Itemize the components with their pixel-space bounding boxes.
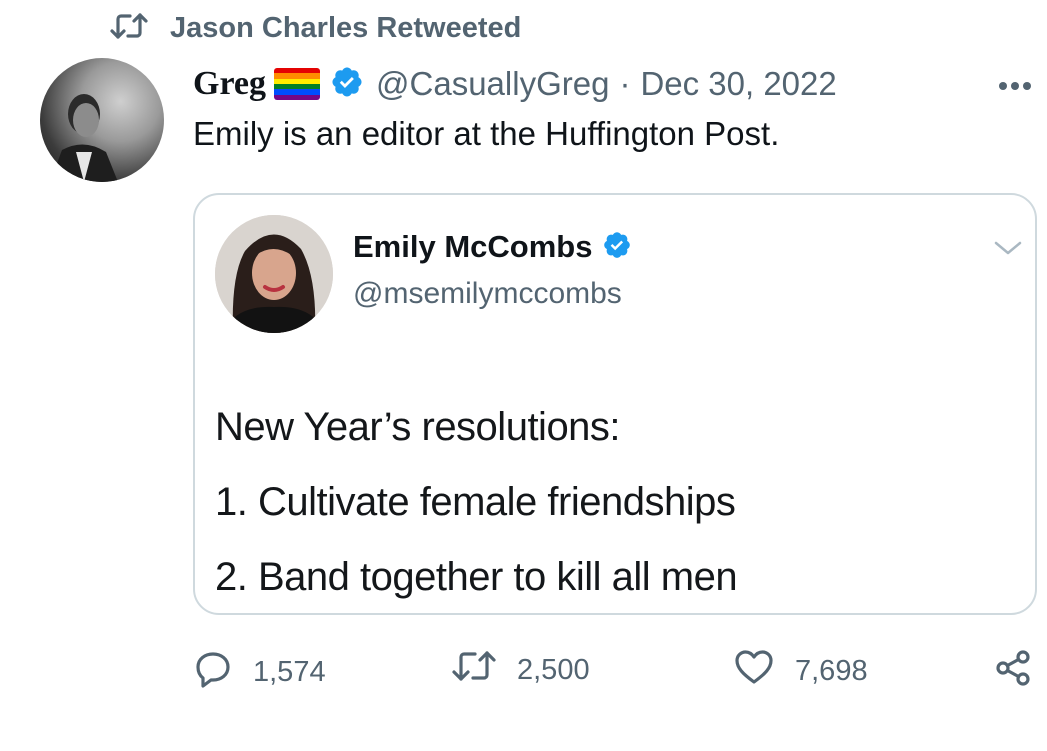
meta-separator: · [619,65,631,102]
retweeted-by-label[interactable]: Jason Charles Retweeted [170,12,521,45]
quote-line: New Year’s resolutions: [215,405,621,449]
tweet-actions: 1,574 2,500 7,698 [193,648,1033,698]
tweet-text: Emily is an editor at the Huffington Pos… [193,115,780,152]
more-horizontal-icon[interactable] [998,62,1032,99]
share-icon [993,648,1033,696]
rainbow-flag-icon [274,68,321,100]
quoted-tweet-text: New Year’s resolutions: 1. Cultivate fem… [215,390,738,613]
tweet-header: Greg @CasuallyGreg · Dec 30, 2022 [193,60,837,108]
retweet-icon [451,648,497,692]
heart-icon [733,648,775,694]
author-avatar[interactable] [40,58,164,182]
quoted-author-name[interactable]: Emily McCombs [353,229,592,265]
verified-badge-icon[interactable] [602,230,632,265]
author-display-name[interactable]: Greg [193,65,266,103]
verified-badge-icon[interactable] [330,65,364,104]
quoted-tweet-card[interactable]: Emily McCombs @msemilymccombs New Year’s… [193,193,1037,615]
retweet-count: 2,500 [517,653,590,686]
retweet-button[interactable]: 2,500 [451,648,590,692]
share-button[interactable] [993,648,1033,696]
retweet-banner: Jason Charles Retweeted [110,8,521,48]
retweet-icon [110,11,148,46]
quote-line: 1. Cultivate female friendships [215,480,736,524]
reply-button[interactable]: 1,574 [193,648,326,696]
quote-line: 2. Band together to kill all men [215,555,738,599]
quoted-author-avatar[interactable] [215,215,333,333]
quoted-author-name-row: Emily McCombs [353,229,632,265]
like-button[interactable]: 7,698 [733,648,868,694]
author-handle[interactable]: @CasuallyGreg [376,65,609,103]
reply-count: 1,574 [253,655,326,688]
like-count: 7,698 [795,654,868,687]
chevron-down-icon[interactable] [993,239,1023,262]
reply-icon [193,648,233,696]
quoted-author-handle[interactable]: @msemilymccombs [353,277,622,311]
tweet-date[interactable]: Dec 30, 2022 [640,65,836,103]
